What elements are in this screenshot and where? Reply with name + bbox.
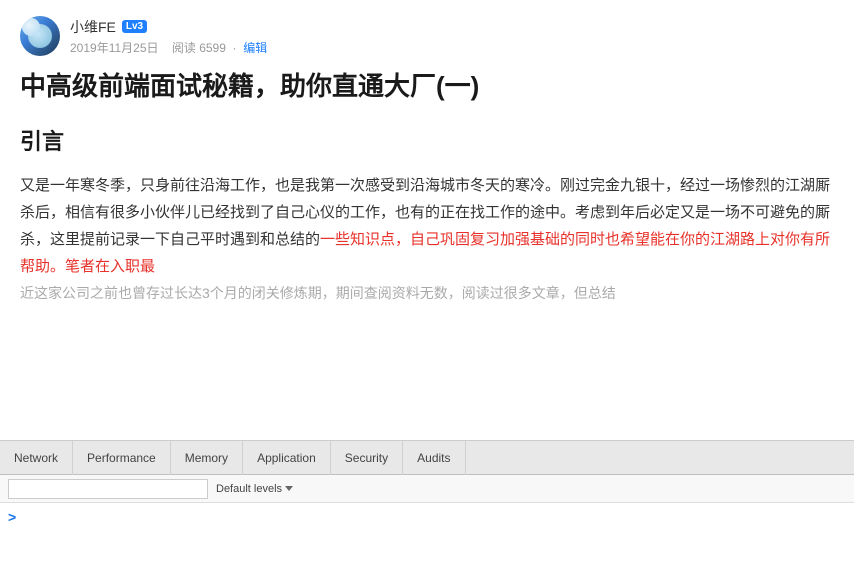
console-content: > <box>0 503 854 588</box>
tab-performance[interactable]: Performance <box>73 441 171 475</box>
default-levels-label: Default levels <box>216 483 282 495</box>
tabs-bar: Network Performance Memory Application S… <box>0 441 854 475</box>
default-levels-button[interactable]: Default levels <box>216 483 293 495</box>
body-text-1: 又是一年寒冬季，只身前往沿海工作，也是我第一次感受到沿海城市冬天的寒冷。刚过完金… <box>20 177 830 275</box>
article-body: 又是一年寒冬季，只身前往沿海工作，也是我第一次感受到沿海城市冬天的寒冷。刚过完金… <box>20 172 834 307</box>
tab-application[interactable]: Application <box>243 441 331 475</box>
article-title: 中高级前端面试秘籍，助你直通大厂(一) <box>20 68 834 104</box>
author-meta: 2019年11月25日 阅读 6599 · 编辑 <box>70 39 267 56</box>
avatar <box>20 16 60 56</box>
devtools-panel: Network Performance Memory Application S… <box>0 440 854 588</box>
prompt-arrow-icon[interactable]: > <box>8 509 16 525</box>
console-toolbar: Default levels <box>0 475 854 503</box>
article-area: 小维FE Lv3 2019年11月25日 阅读 6599 · 编辑 中高级前端面… <box>0 0 854 440</box>
console-filter-input[interactable] <box>8 479 208 499</box>
author-name: 小维FE <box>70 17 116 37</box>
chevron-down-icon <box>285 486 293 491</box>
highlight-1: 一些知识点，自己巩固复习加强基础的同时也希望能在你的江湖路上对你有所帮助。笔者在… <box>20 231 830 275</box>
author-row: 小维FE Lv3 2019年11月25日 阅读 6599 · 编辑 <box>20 16 834 56</box>
level-badge: Lv3 <box>122 20 147 33</box>
body-text-2: 近这家公司之前也曾存过长达3个月的闭关修炼期，期间查阅资料无数，阅读过很多文章，… <box>20 285 616 301</box>
console-prompt: > <box>8 507 846 527</box>
article-date: 2019年11月25日 <box>70 41 159 55</box>
author-name-row: 小维FE Lv3 <box>70 17 267 37</box>
edit-link[interactable]: 编辑 <box>243 41 267 55</box>
author-info: 小维FE Lv3 2019年11月25日 阅读 6599 · 编辑 <box>70 17 267 56</box>
tab-network[interactable]: Network <box>0 441 73 475</box>
section-heading: 引言 <box>20 124 834 156</box>
tab-security[interactable]: Security <box>331 441 403 475</box>
article-reads: 阅读 6599 <box>172 41 226 55</box>
tab-audits[interactable]: Audits <box>403 441 465 475</box>
tab-memory[interactable]: Memory <box>171 441 243 475</box>
